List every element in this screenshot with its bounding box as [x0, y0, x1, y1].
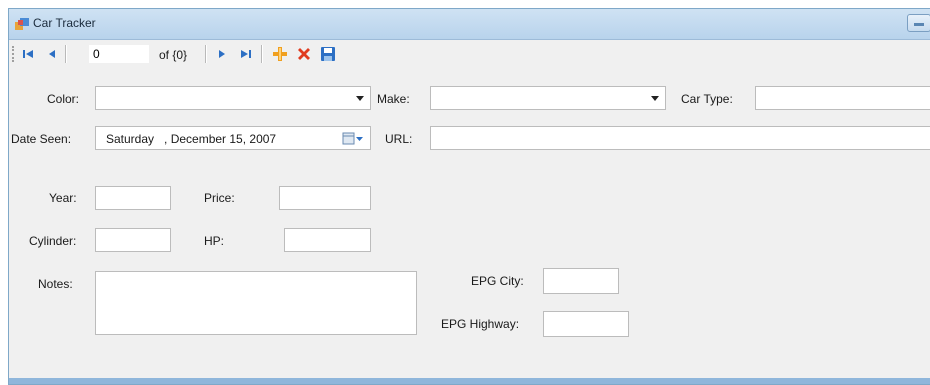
- move-next-icon[interactable]: [213, 45, 231, 63]
- notes-label: Notes:: [38, 277, 73, 291]
- window-bottom-border: [9, 378, 930, 384]
- price-input[interactable]: [279, 186, 371, 210]
- window-title: Car Tracker: [33, 16, 96, 30]
- minimize-button[interactable]: [907, 14, 930, 32]
- save-icon[interactable]: [319, 45, 337, 63]
- epg-highway-input[interactable]: [543, 311, 629, 337]
- car-type-input[interactable]: [755, 86, 930, 110]
- hp-input[interactable]: [284, 228, 371, 252]
- color-label: Color:: [47, 92, 80, 106]
- chevron-down-icon[interactable]: [356, 96, 364, 101]
- chevron-down-icon[interactable]: [651, 96, 659, 101]
- notes-textarea[interactable]: [95, 271, 417, 335]
- epg-city-input[interactable]: [543, 268, 619, 294]
- price-label: Price:: [204, 191, 235, 205]
- url-label: URL:: [385, 132, 413, 146]
- url-input[interactable]: [430, 126, 930, 150]
- move-first-icon[interactable]: [19, 45, 37, 63]
- date-seen-value: Saturday , December 15, 2007: [106, 132, 277, 146]
- position-input[interactable]: [89, 45, 149, 63]
- add-new-icon[interactable]: [271, 45, 289, 63]
- calendar-dropdown-icon[interactable]: [342, 132, 364, 146]
- toolbar-separator: [65, 45, 67, 63]
- epg-highway-label: EPG Highway:: [441, 317, 520, 331]
- cylinder-input[interactable]: [95, 228, 171, 252]
- app-icon: [15, 18, 29, 30]
- date-seen-picker[interactable]: Saturday , December 15, 2007: [95, 126, 371, 150]
- make-combobox[interactable]: [430, 86, 666, 110]
- cylinder-label: Cylinder:: [29, 234, 77, 248]
- year-input[interactable]: [95, 186, 171, 210]
- title-bar[interactable]: Car Tracker: [9, 9, 930, 40]
- count-label: of {0}: [159, 48, 188, 62]
- delete-icon[interactable]: [295, 45, 313, 63]
- car-type-label: Car Type:: [681, 92, 733, 106]
- binding-navigator: of {0}: [9, 41, 930, 67]
- toolbar-separator: [205, 45, 207, 63]
- date-seen-label: Date Seen:: [11, 132, 72, 146]
- make-label: Make:: [377, 92, 410, 106]
- move-previous-icon[interactable]: [43, 45, 61, 63]
- toolbar-grip[interactable]: [12, 46, 16, 62]
- toolbar-separator: [261, 45, 263, 63]
- epg-city-label: EPG City:: [471, 274, 524, 288]
- move-last-icon[interactable]: [237, 45, 255, 63]
- color-combobox[interactable]: [95, 86, 371, 110]
- hp-label: HP:: [204, 234, 225, 248]
- app-window: Car Tracker of {0} Color:: [8, 8, 930, 385]
- year-label: Year:: [49, 191, 77, 205]
